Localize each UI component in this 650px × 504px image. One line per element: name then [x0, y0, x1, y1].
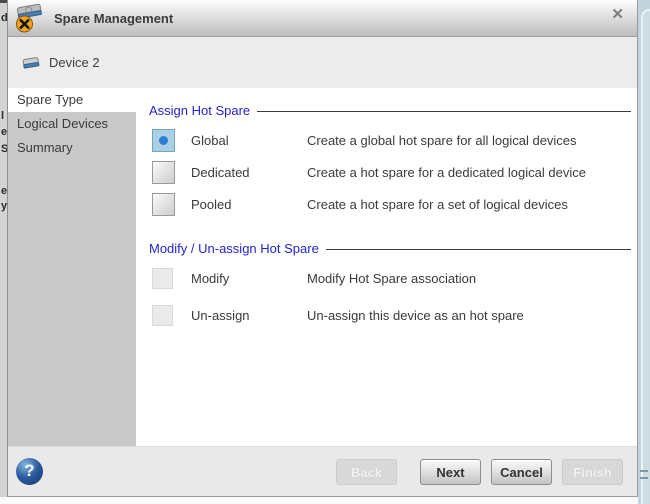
wizard-body: Spare TypeLogical DevicesSummary Assign … [8, 88, 637, 447]
wizard-steps-sidebar: Spare TypeLogical DevicesSummary [8, 88, 136, 447]
option-row-un-assign: Un-assignUn-assign this device as an hot… [149, 304, 631, 327]
background-artifact [0, 0, 7, 3]
option-label: Global [191, 133, 307, 148]
finish-button[interactable]: Finish [562, 459, 623, 485]
background-page-left-strip: d l e S e y [0, 0, 7, 504]
option-global-selector[interactable] [152, 129, 175, 152]
section-rule [326, 249, 631, 250]
option-row-pooled: PooledCreate a hot spare for a set of lo… [149, 193, 631, 216]
background-page-bottom-strip [0, 497, 638, 504]
next-button[interactable]: Next [420, 459, 481, 485]
device-name: Device 2 [49, 55, 100, 70]
help-icon[interactable]: ? [16, 458, 43, 485]
background-panel-edge [641, 9, 650, 504]
background-page-right-strip [638, 0, 650, 504]
background-grip-lines [640, 470, 648, 472]
option-modify-selector [152, 268, 173, 289]
sidebar-item-summary[interactable]: Summary [8, 136, 136, 160]
dialog-footer: ? Back Next Cancel Finish [8, 446, 637, 496]
section-header-assign-hot-spare: Assign Hot Spare [149, 104, 631, 118]
hard-drive-icon [22, 55, 41, 71]
option-un-assign-selector [152, 305, 173, 326]
option-label: Dedicated [191, 165, 307, 180]
cancel-button[interactable]: Cancel [491, 459, 552, 485]
option-label: Un-assign [191, 308, 307, 323]
sidebar-item-spare-type[interactable]: Spare Type [8, 88, 136, 112]
option-row-modify: ModifyModify Hot Spare association [149, 267, 631, 290]
option-row-dedicated: DedicatedCreate a hot spare for a dedica… [149, 161, 631, 184]
option-label: Modify [191, 271, 307, 286]
option-dedicated-selector[interactable] [152, 161, 175, 184]
option-row-global: GlobalCreate a global hot spare for all … [149, 129, 631, 152]
close-icon[interactable]: ✕ [611, 7, 624, 22]
option-pooled-selector[interactable] [152, 193, 175, 216]
dialog-title: Spare Management [54, 11, 173, 26]
footer-buttons: Back Next Cancel Finish [336, 459, 623, 485]
dialog-titlebar: Spare Management ✕ [8, 0, 637, 37]
option-description: Create a hot spare for a set of logical … [307, 197, 631, 212]
option-description: Create a global hot spare for all logica… [307, 133, 631, 148]
option-description: Un-assign this device as an hot spare [307, 308, 631, 323]
section-rule [257, 111, 631, 112]
section-title: Modify / Un-assign Hot Spare [149, 242, 319, 256]
option-label: Pooled [191, 197, 307, 212]
spare-management-icon [14, 2, 44, 34]
device-header: Device 2 [8, 37, 637, 88]
section-title: Assign Hot Spare [149, 104, 250, 118]
option-description: Create a hot spare for a dedicated logic… [307, 165, 631, 180]
section-header-modify-un-assign-hot-spare: Modify / Un-assign Hot Spare [149, 242, 631, 256]
spare-management-dialog: Spare Management ✕ Device 2 Spare TypeLo… [7, 0, 638, 497]
back-button[interactable]: Back [336, 459, 397, 485]
wizard-step-content: Assign Hot Spare GlobalCreate a global ho… [136, 88, 637, 447]
sidebar-item-logical-devices[interactable]: Logical Devices [8, 112, 136, 136]
background-text-fragment: l [1, 110, 4, 122]
option-description: Modify Hot Spare association [307, 271, 631, 286]
